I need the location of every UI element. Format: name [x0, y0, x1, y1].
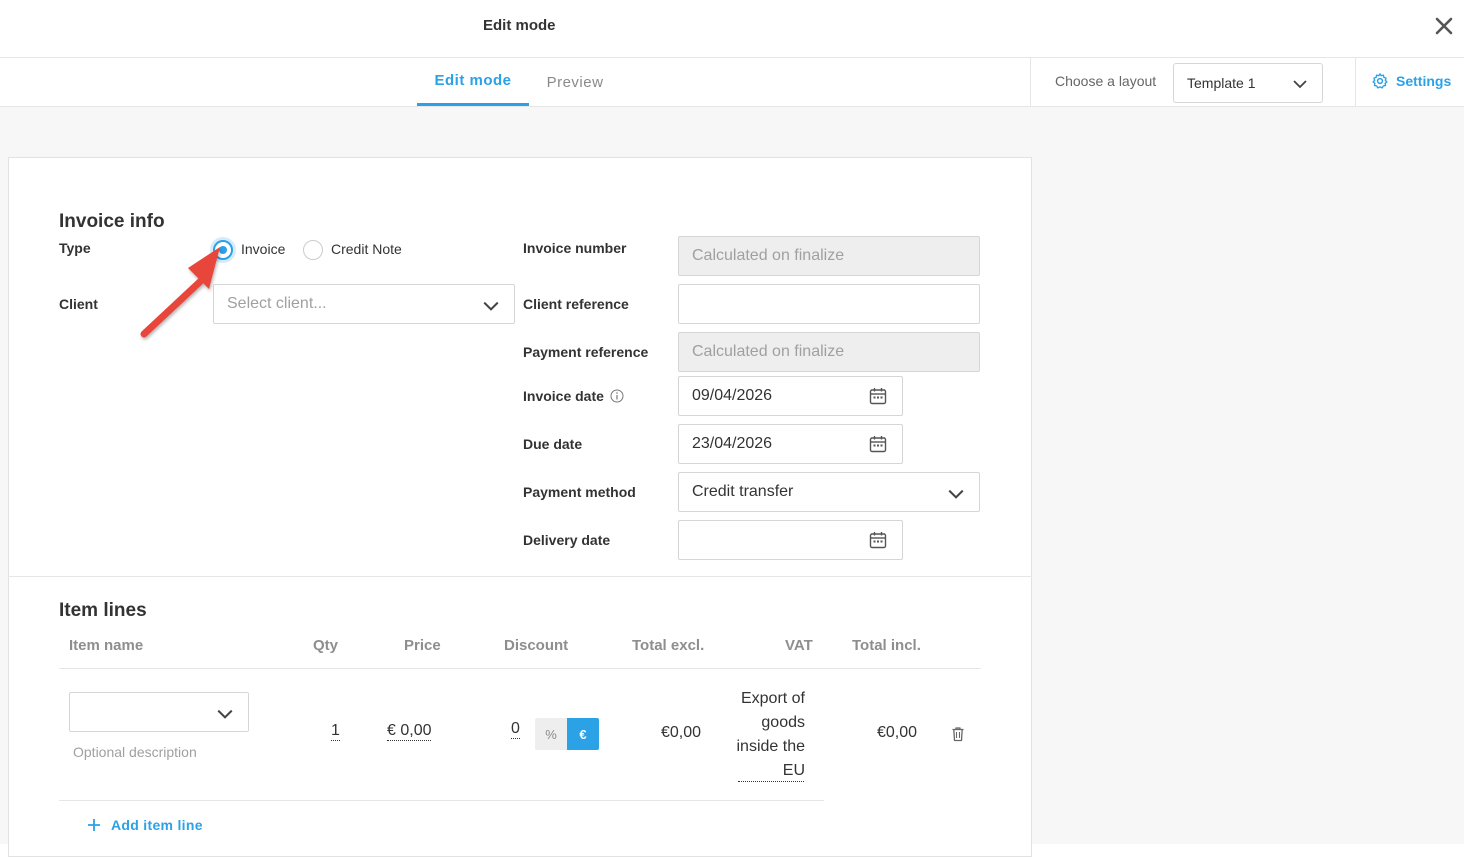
radio-credit-note-label[interactable]: Credit Note — [331, 241, 402, 257]
item-lines-title: Item lines — [59, 600, 147, 621]
trash-icon[interactable] — [950, 726, 966, 742]
col-item-name: Item name — [69, 637, 144, 654]
total-incl-value: €0,00 — [877, 724, 918, 741]
total-excl-value: €0,00 — [661, 724, 702, 741]
radio-invoice-label[interactable]: Invoice — [241, 241, 285, 257]
layout-label: Choose a layout — [1055, 73, 1157, 89]
client-reference-input[interactable] — [678, 284, 980, 324]
delivery-date-label: Delivery date — [523, 532, 611, 548]
col-qty: Qty — [313, 637, 339, 654]
chevron-down-icon — [1293, 80, 1307, 89]
tab-bar: Edit mode Preview Choose a layout Templa… — [0, 58, 1464, 107]
vat-select[interactable]: Export of goods inside the EU — [735, 687, 806, 783]
discount-percent-toggle[interactable]: % — [535, 718, 567, 750]
layout-select-value: Template 1 — [1187, 75, 1256, 91]
dialog-title: Edit mode — [483, 17, 556, 34]
calendar-icon[interactable] — [869, 531, 887, 549]
section-divider — [8, 576, 1032, 577]
price-input[interactable]: € 0,00 — [387, 722, 432, 741]
col-vat: VAT — [785, 637, 813, 654]
payment-method-value: Credit transfer — [692, 483, 794, 500]
payment-reference-label: Payment reference — [523, 344, 649, 360]
settings-label: Settings — [1396, 73, 1452, 89]
delivery-date-input[interactable] — [678, 520, 903, 560]
col-total-excl: Total excl. — [632, 637, 705, 654]
calendar-icon[interactable] — [869, 387, 887, 405]
client-select-placeholder: Select client... — [227, 295, 327, 312]
invoice-number-value: Calculated on finalize — [692, 247, 845, 264]
invoice-date-label: Invoice date — [523, 388, 604, 404]
chevron-down-icon — [217, 709, 233, 719]
client-label: Client — [59, 296, 98, 312]
col-total-incl: Total incl. — [852, 637, 921, 654]
item-name-select[interactable] — [69, 692, 249, 732]
payment-method-select[interactable]: Credit transfer — [678, 472, 980, 512]
invoice-info-title: Invoice info — [59, 211, 165, 232]
annotation-arrow — [140, 247, 220, 338]
tab-edit-mode[interactable]: Edit mode — [417, 58, 529, 106]
due-date-value: 23/04/2026 — [692, 435, 773, 452]
chevron-down-icon — [948, 489, 964, 499]
description-input[interactable]: Optional description — [73, 744, 197, 760]
discount-euro-toggle[interactable]: € — [567, 718, 599, 750]
type-label: Type — [59, 240, 91, 256]
invoice-number-field: Calculated on finalize — [678, 236, 980, 276]
payment-method-label: Payment method — [523, 484, 636, 500]
invoice-date-value: 09/04/2026 — [692, 387, 773, 404]
payment-reference-field: Calculated on finalize — [678, 332, 980, 372]
divider — [1030, 58, 1031, 106]
qty-input[interactable]: 1 — [331, 722, 340, 741]
col-price: Price — [404, 637, 441, 654]
divider — [1355, 58, 1356, 106]
layout-select[interactable]: Template 1 — [1173, 63, 1323, 103]
tab-preview[interactable]: Preview — [535, 58, 615, 106]
col-discount: Discount — [504, 637, 569, 654]
invoice-date-input[interactable]: 09/04/2026 — [678, 376, 903, 416]
gear-icon — [1372, 73, 1388, 89]
chevron-down-icon — [483, 301, 499, 311]
plus-icon — [88, 819, 100, 831]
settings-button[interactable]: Settings — [1371, 72, 1451, 90]
payment-reference-value: Calculated on finalize — [692, 343, 845, 360]
table-header-divider — [59, 668, 981, 669]
client-select[interactable]: Select client... — [213, 284, 515, 324]
radio-credit-note[interactable] — [303, 240, 323, 260]
calendar-icon[interactable] — [869, 435, 887, 453]
add-item-line-button[interactable]: Add item line — [87, 817, 203, 833]
invoice-number-label: Invoice number — [523, 240, 627, 256]
vat-underline — [738, 781, 804, 782]
close-icon[interactable] — [1432, 14, 1456, 38]
invoice-date-label-wrap: Invoice date — [523, 388, 624, 404]
discount-input[interactable]: 0 — [511, 720, 520, 739]
vat-value: Export of goods inside the EU — [736, 690, 806, 779]
row-divider — [59, 800, 824, 801]
due-date-label: Due date — [523, 436, 583, 452]
client-reference-label: Client reference — [523, 296, 629, 312]
info-icon[interactable] — [610, 389, 624, 403]
due-date-input[interactable]: 23/04/2026 — [678, 424, 903, 464]
add-item-line-label: Add item line — [111, 817, 203, 833]
top-bar: Edit mode — [0, 0, 1464, 58]
